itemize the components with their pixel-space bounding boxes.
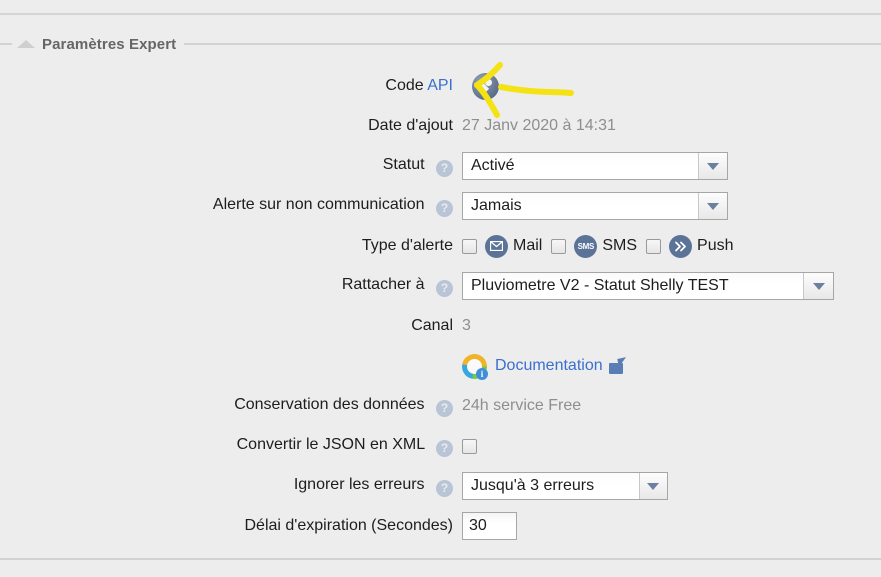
- alert-option-sms[interactable]: SMS SMS: [551, 234, 638, 258]
- external-link-arrow: [616, 357, 628, 367]
- convertir-json-xml-field: [453, 438, 485, 454]
- statut-select[interactable]: Activé: [462, 152, 728, 180]
- panel-title: Paramètres Expert: [42, 35, 185, 53]
- row-ignorer-erreurs: Ignorer les erreurs ? Jusqu'à 3 erreurs: [0, 466, 881, 506]
- statut-select-value: Activé: [463, 153, 698, 179]
- documentation-field: Documentation: [453, 353, 628, 380]
- chevron-down-icon: [812, 282, 825, 290]
- delai-expiration-label: Délai d'expiration (Secondes): [244, 517, 454, 534]
- type-alerte-field: Mail SMS SMS Push: [453, 234, 742, 258]
- documentation-link[interactable]: Documentation: [495, 357, 603, 375]
- statut-label-text: Statut: [382, 155, 425, 173]
- ignorer-erreurs-label: Ignorer les erreurs ?: [0, 476, 453, 497]
- rattacher-a-label: Rattacher à ?: [0, 276, 453, 297]
- chevron-down-icon: [706, 162, 719, 170]
- delai-expiration-input[interactable]: [462, 512, 517, 540]
- sms-icon: SMS: [574, 234, 598, 258]
- push-label: Push: [697, 237, 734, 254]
- code-api-field: [453, 72, 499, 100]
- triangle-up-icon[interactable]: [17, 40, 35, 48]
- mail-checkbox[interactable]: [462, 238, 477, 254]
- code-api-label-text: Code: [385, 77, 424, 94]
- mail-icon: [485, 234, 508, 258]
- api-key-icon[interactable]: [472, 72, 499, 100]
- rattacher-select-value: Pluviometre V2 - Statut Shelly TEST: [463, 273, 804, 299]
- convertir-label-text: Convertir le JSON en XML: [236, 435, 425, 453]
- ignorer-label-text: Ignorer les erreurs: [293, 475, 425, 493]
- conservation-label-text: Conservation des données: [234, 395, 425, 413]
- statut-field: Activé: [453, 152, 728, 180]
- row-code-api: Code API: [0, 66, 881, 106]
- legend-left-dash: [0, 43, 12, 45]
- alerte-select[interactable]: Jamais: [462, 192, 728, 220]
- convertir-json-xml-label: Convertir le JSON en XML ?: [0, 436, 453, 457]
- canal-value: 3: [462, 317, 471, 334]
- documentation-info-icon: [462, 353, 488, 380]
- bottom-divider: [0, 558, 881, 560]
- row-delai-expiration: Délai d'expiration (Secondes): [0, 506, 881, 546]
- row-alerte-non-communication: Alerte sur non communication ? Jamais: [0, 186, 881, 226]
- expert-settings-form: Code API Date d'ajout 27 Janv 2020 à 14:…: [0, 66, 881, 546]
- help-icon[interactable]: ?: [436, 439, 453, 457]
- row-statut: Statut ? Activé: [0, 146, 881, 186]
- delai-expiration-field: [453, 512, 517, 540]
- help-icon[interactable]: ?: [436, 199, 453, 217]
- rattacher-label-text: Rattacher à: [341, 275, 425, 293]
- ignorer-erreurs-select-value: Jusqu'à 3 erreurs: [463, 473, 639, 499]
- mail-glyph: [490, 241, 503, 251]
- legend-rule: [184, 43, 881, 45]
- push-glyph: [674, 241, 686, 251]
- conservation-donnees-field: 24h service Free: [453, 397, 581, 415]
- ignorer-erreurs-field: Jusqu'à 3 erreurs: [453, 472, 668, 500]
- rattacher-select-button[interactable]: [803, 273, 833, 299]
- help-icon[interactable]: ?: [436, 479, 453, 497]
- date-ajout-label: Date d'ajout: [368, 117, 453, 134]
- push-checkbox[interactable]: [646, 238, 662, 254]
- canal-label: Canal: [411, 317, 453, 334]
- external-link-icon[interactable]: [608, 357, 628, 374]
- statut-label: Statut ?: [0, 156, 453, 177]
- alert-option-mail[interactable]: Mail: [462, 234, 543, 258]
- row-rattacher-a: Rattacher à ? Pluviometre V2 - Statut Sh…: [0, 266, 881, 306]
- ignorer-erreurs-select[interactable]: Jusqu'à 3 erreurs: [462, 472, 668, 500]
- chevron-down-icon: [706, 202, 719, 210]
- row-date-ajout: Date d'ajout 27 Janv 2020 à 14:31: [0, 106, 881, 146]
- chevron-down-icon: [647, 482, 660, 490]
- sms-label: SMS: [602, 237, 638, 254]
- help-icon[interactable]: ?: [436, 399, 453, 417]
- alerte-label-text: Alerte sur non communication: [212, 195, 425, 213]
- mail-label: Mail: [513, 237, 543, 254]
- help-icon[interactable]: ?: [436, 279, 453, 297]
- top-divider-upper: [0, 13, 881, 15]
- push-icon: [669, 234, 693, 258]
- conservation-donnees-value: 24h service Free: [462, 397, 582, 414]
- ignorer-erreurs-select-button[interactable]: [638, 473, 667, 499]
- api-link[interactable]: API: [427, 77, 453, 94]
- row-canal: Canal 3: [0, 306, 881, 346]
- alerte-non-communication-label: Alerte sur non communication ?: [0, 196, 453, 217]
- row-convertir-json-xml: Convertir le JSON en XML ?: [0, 426, 881, 466]
- rattacher-a-field: Pluviometre V2 - Statut Shelly TEST: [453, 272, 834, 300]
- conservation-donnees-label: Conservation des données ?: [0, 396, 453, 417]
- canal-field: 3: [453, 317, 471, 335]
- statut-select-button[interactable]: [697, 153, 727, 179]
- alert-option-push[interactable]: Push: [646, 234, 734, 258]
- alerte-non-communication-field: Jamais: [453, 192, 728, 220]
- panel-legend: Paramètres Expert: [0, 31, 881, 57]
- row-conservation-donnees: Conservation des données ? 24h service F…: [0, 386, 881, 426]
- date-ajout-field: 27 Janv 2020 à 14:31: [453, 117, 616, 135]
- convertir-json-xml-checkbox[interactable]: [462, 438, 477, 454]
- code-api-label: Code API: [0, 77, 453, 95]
- rattacher-select[interactable]: Pluviometre V2 - Statut Shelly TEST: [462, 272, 834, 300]
- alerte-select-value: Jamais: [463, 193, 698, 219]
- type-alerte-label: Type d'alerte: [361, 237, 453, 254]
- sms-checkbox[interactable]: [551, 238, 567, 254]
- help-icon[interactable]: ?: [436, 159, 453, 177]
- row-type-alerte: Type d'alerte Mail SMS SMS Push: [0, 226, 881, 266]
- alerte-select-button[interactable]: [697, 193, 727, 219]
- row-documentation: Documentation: [0, 346, 881, 386]
- date-ajout-value: 27 Janv 2020 à 14:31: [462, 117, 616, 134]
